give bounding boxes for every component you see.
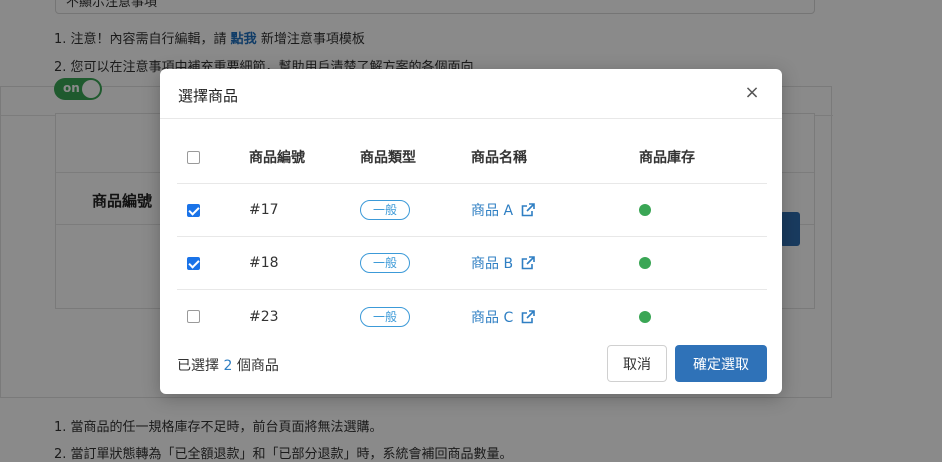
- column-header-name: 商品名稱: [471, 150, 527, 166]
- product-id: #17: [249, 202, 279, 218]
- stock-cell: [639, 237, 651, 289]
- product-name: 商品 A: [471, 203, 514, 219]
- table-header-row: 商品編號 商品類型 商品名稱 商品庫存: [177, 131, 767, 184]
- product-name: 商品 C: [471, 309, 514, 326]
- cancel-button[interactable]: 取消: [607, 345, 667, 382]
- selected-summary: 已選擇 2 個商品: [177, 355, 279, 375]
- stock-cell: [639, 290, 651, 343]
- product-id: #18: [249, 255, 279, 271]
- row-check-cell: [187, 184, 207, 236]
- row-check-cell: [187, 237, 207, 289]
- product-type-tag: 一般: [360, 306, 411, 327]
- modal-footer: 已選擇 2 個商品 取消 確定選取: [160, 339, 782, 394]
- modal-header: 選擇商品 ×: [160, 69, 782, 119]
- row-checkbox[interactable]: [187, 203, 200, 217]
- product-table: 商品編號 商品類型 商品名稱 商品庫存 #17 一般 商品 A #18 一般 商…: [177, 131, 767, 343]
- product-name-cell: 商品 B: [471, 237, 535, 289]
- product-type-cell: 一般: [360, 184, 411, 236]
- modal-title: 選擇商品: [178, 87, 239, 105]
- table-row: #17 一般 商品 A: [177, 184, 767, 237]
- product-name-cell: 商品 C: [471, 290, 536, 343]
- select-all-cell: [187, 131, 207, 183]
- stock-cell: [639, 184, 651, 236]
- table-row: #23 一般 商品 C: [177, 290, 767, 343]
- product-type-cell: 一般: [360, 237, 411, 289]
- row-checkbox[interactable]: [187, 310, 200, 323]
- product-type-cell: 一般: [360, 290, 411, 343]
- stock-status-icon: [639, 204, 651, 216]
- column-header-id: 商品編號: [249, 150, 305, 166]
- product-name-link[interactable]: 商品 B: [471, 253, 535, 273]
- product-name-link[interactable]: 商品 C: [471, 307, 536, 327]
- table-row: #18 一般 商品 B: [177, 237, 767, 290]
- selected-prefix: 已選擇: [177, 358, 224, 374]
- product-id: #23: [249, 308, 279, 325]
- selected-suffix: 個商品: [232, 358, 279, 374]
- row-checkbox[interactable]: [187, 256, 200, 270]
- product-name: 商品 B: [471, 256, 514, 272]
- row-check-cell: [187, 290, 207, 343]
- column-header-stock: 商品庫存: [639, 150, 695, 166]
- product-name-link[interactable]: 商品 A: [471, 200, 535, 220]
- product-name-cell: 商品 A: [471, 184, 535, 236]
- close-icon[interactable]: ×: [742, 83, 762, 103]
- confirm-select-button[interactable]: 確定選取: [675, 345, 767, 382]
- external-link-icon: [521, 203, 535, 217]
- column-header-type: 商品類型: [360, 150, 416, 166]
- stock-status-icon: [639, 257, 651, 269]
- product-type-tag: 一般: [360, 253, 411, 273]
- select-product-modal: 選擇商品 × 商品編號 商品類型 商品名稱 商品庫存 #17 一般 商品 A #…: [160, 69, 782, 394]
- stock-status-icon: [639, 310, 651, 323]
- external-link-icon: [521, 309, 536, 323]
- product-type-tag: 一般: [360, 200, 411, 220]
- select-all-checkbox[interactable]: [187, 150, 200, 164]
- external-link-icon: [521, 256, 535, 270]
